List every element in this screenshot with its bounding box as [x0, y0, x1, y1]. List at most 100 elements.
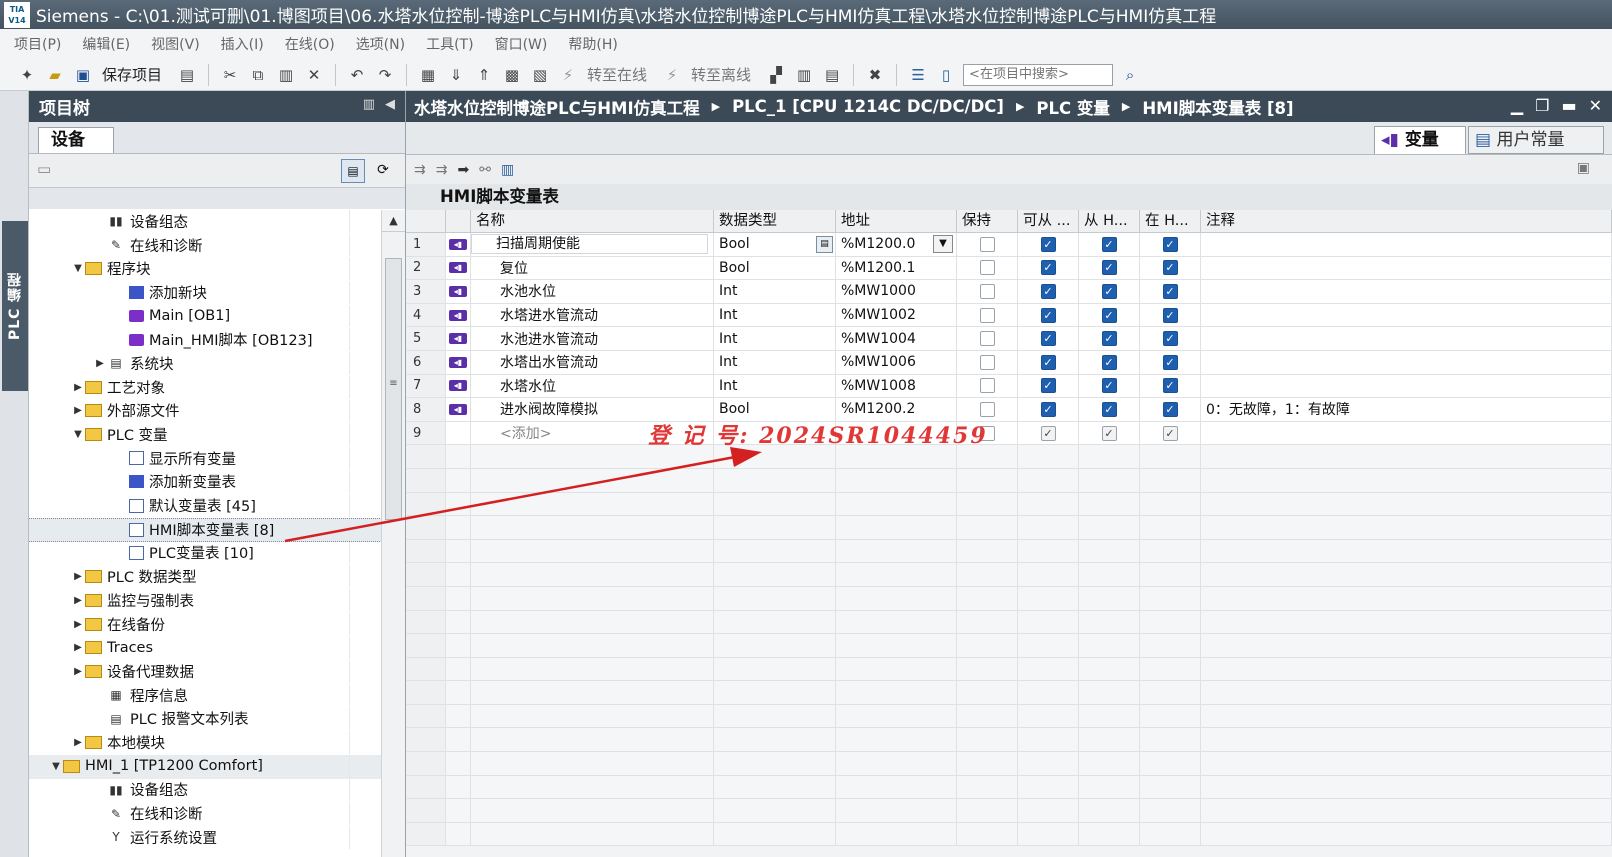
table-row[interactable]: 3 ◂▮ 水池水位 Int %MW1000 ✓ ✓ ✓: [406, 280, 1612, 304]
tag-name-cell[interactable]: 水池水位: [471, 280, 714, 303]
compile-icon[interactable]: ▦: [417, 64, 439, 86]
column-header[interactable]: [446, 210, 471, 232]
tree-item[interactable]: Main_HMI脚本 [OB123]: [29, 328, 382, 352]
start-cpu-icon[interactable]: ▥: [793, 64, 815, 86]
comment-cell[interactable]: [1201, 256, 1612, 280]
tree-item[interactable]: 显示所有变量: [29, 446, 382, 471]
upload-icon[interactable]: ⇑: [473, 64, 495, 86]
menu-item[interactable]: 窗口(W): [495, 34, 548, 54]
undo-icon[interactable]: ↶: [346, 64, 368, 86]
columns-icon[interactable]: ▥: [501, 162, 514, 178]
add-new-tag[interactable]: <添加>: [476, 423, 551, 443]
comment-cell[interactable]: [1201, 233, 1612, 256]
collapsed-arrow-icon[interactable]: ▶: [71, 619, 85, 630]
paste-icon[interactable]: ▥: [275, 64, 297, 86]
menu-item[interactable]: 项目(P): [14, 34, 61, 54]
download-icon[interactable]: ⇓: [445, 64, 467, 86]
split-horizontal-icon[interactable]: ☰: [907, 64, 929, 86]
collapsed-arrow-icon[interactable]: ▶: [71, 405, 85, 416]
comment-cell[interactable]: [1201, 303, 1612, 327]
checkbox-checked[interactable]: ✓: [1162, 401, 1178, 417]
breadcrumb-item[interactable]: HMI脚本变量表 [8]: [1142, 95, 1293, 119]
hmi-access-cell[interactable]: ✓: [1018, 398, 1079, 421]
checkbox-checked[interactable]: ✓: [1101, 236, 1117, 252]
table-row[interactable]: 2 ◂▮ 复位 Bool %M1200.1 ✓ ✓ ✓: [406, 256, 1612, 281]
checkbox-checked[interactable]: ✓: [1040, 354, 1056, 370]
hmi-access-cell[interactable]: ✓: [1018, 256, 1079, 280]
hmi-access-cell[interactable]: ✓: [1079, 303, 1140, 327]
comment-cell[interactable]: [1201, 421, 1612, 445]
hmi-access-cell[interactable]: ✓: [1079, 233, 1140, 256]
monitor-icon[interactable]: ⚯: [479, 162, 491, 178]
tree-item[interactable]: ▶ 本地模块: [29, 731, 382, 755]
pin-icon[interactable]: ▥: [363, 97, 375, 112]
tree-item[interactable]: ▼ HMI_1 [TP1200 Comfort]: [29, 754, 382, 779]
checkbox-checked[interactable]: ✓: [1101, 378, 1117, 394]
hmi-access-cell[interactable]: ✓: [1079, 398, 1140, 421]
tree-item[interactable]: ▤ PLC 报警文本列表: [29, 707, 382, 731]
tree-item[interactable]: 添加新块: [29, 281, 382, 305]
checkbox-unchecked[interactable]: [979, 331, 995, 347]
checkbox-checked[interactable]: ✓: [1040, 236, 1056, 252]
address-cell[interactable]: %MW1008: [836, 374, 957, 398]
copy-icon[interactable]: ⧉: [247, 64, 269, 86]
hmi-access-cell[interactable]: ✓: [1140, 350, 1201, 374]
tree-item[interactable]: Y 运行系统设置: [29, 825, 382, 850]
hmi-access-cell[interactable]: ✓: [1140, 374, 1201, 398]
breadcrumb-item[interactable]: 水塔水位控制博途PLC与HMI仿真工程: [414, 95, 700, 119]
breadcrumb-item[interactable]: PLC_1 [CPU 1214C DC/DC/DC]: [732, 97, 1004, 116]
tag-name[interactable]: 水塔进水管流动: [476, 305, 598, 325]
collapsed-arrow-icon[interactable]: ▶: [71, 382, 85, 393]
checkbox-checked[interactable]: ✓: [1040, 378, 1056, 394]
tree-item[interactable]: ▶ ▤ 系统块: [29, 352, 382, 376]
detail-settings-icon[interactable]: ▣: [1577, 160, 1590, 176]
collapsed-arrow-icon[interactable]: ▶: [71, 595, 85, 606]
address-cell[interactable]: %MW1006: [836, 350, 957, 374]
address-cell[interactable]: %M1200.1: [836, 256, 957, 280]
tree-item[interactable]: ▶ 外部源文件: [29, 399, 382, 424]
tag-name[interactable]: 水池进水管流动: [476, 329, 598, 349]
checkbox-checked[interactable]: ✓: [1162, 331, 1178, 347]
address-dropdown-icon[interactable]: ▼: [933, 235, 953, 253]
plc-programming-vtab[interactable]: PLC 编程: [2, 221, 28, 391]
start-simulation-icon[interactable]: ▧: [529, 64, 551, 86]
redo-icon[interactable]: ↷: [374, 64, 396, 86]
close-icon[interactable]: ✕: [1589, 96, 1602, 115]
hmi-access-cell[interactable]: ✓: [1018, 280, 1079, 303]
tag-name-cell[interactable]: 水塔进水管流动: [471, 303, 714, 327]
collapsed-arrow-icon[interactable]: ▶: [71, 571, 85, 582]
go-online-icon[interactable]: ⚡: [557, 64, 579, 86]
checkbox-checked[interactable]: ✓: [1162, 236, 1178, 252]
hmi-access-cell[interactable]: ✓: [1079, 421, 1140, 445]
tree-item[interactable]: 默认变量表 [45]: [29, 494, 382, 518]
tree-item[interactable]: ✎ 在线和诊断: [29, 233, 382, 258]
tree-scrollbar[interactable]: ▲ ≡: [381, 210, 405, 857]
tag-name[interactable]: 水塔水位: [476, 376, 556, 396]
refresh-tree-icon[interactable]: ⟳: [371, 159, 395, 183]
address-cell[interactable]: %MW1004: [836, 327, 957, 350]
tree-item[interactable]: ▶ PLC 数据类型: [29, 565, 382, 589]
go-online-button[interactable]: 转至在线: [587, 64, 647, 85]
comment-cell[interactable]: [1201, 350, 1612, 374]
tree-item[interactable]: ▶ 设备代理数据: [29, 660, 382, 684]
type-picker-icon[interactable]: ▤: [816, 236, 833, 253]
checkbox-checked[interactable]: ✓: [1040, 307, 1056, 323]
checkbox-checked[interactable]: ✓: [1040, 331, 1056, 347]
retain-cell[interactable]: [957, 350, 1018, 374]
expanded-arrow-icon[interactable]: ▼: [71, 429, 85, 440]
table-row[interactable]: 7 ◂▮ 水塔水位 Int %MW1008 ✓ ✓ ✓: [406, 374, 1612, 399]
hmi-access-cell[interactable]: ✓: [1018, 421, 1079, 445]
data-type-cell[interactable]: Int: [714, 374, 836, 398]
comment-cell[interactable]: 0：无故障，1：有故障: [1201, 398, 1612, 421]
minimize-icon[interactable]: ▁: [1511, 96, 1523, 115]
cut-icon[interactable]: ✂: [219, 64, 241, 86]
insert-row-icon[interactable]: ⇉: [436, 162, 448, 178]
hmi-access-cell[interactable]: ✓: [1140, 303, 1201, 327]
data-type-cell[interactable]: Int: [714, 280, 836, 303]
data-type-cell[interactable]: Int: [714, 303, 836, 327]
hmi-access-cell[interactable]: ✓: [1079, 256, 1140, 280]
data-type-cell[interactable]: Int: [714, 350, 836, 374]
cross-reference-icon[interactable]: ✖: [864, 64, 886, 86]
address-cell[interactable]: %M1200.0 ▼: [836, 233, 957, 256]
checkbox-checked[interactable]: ✓: [1162, 425, 1178, 441]
